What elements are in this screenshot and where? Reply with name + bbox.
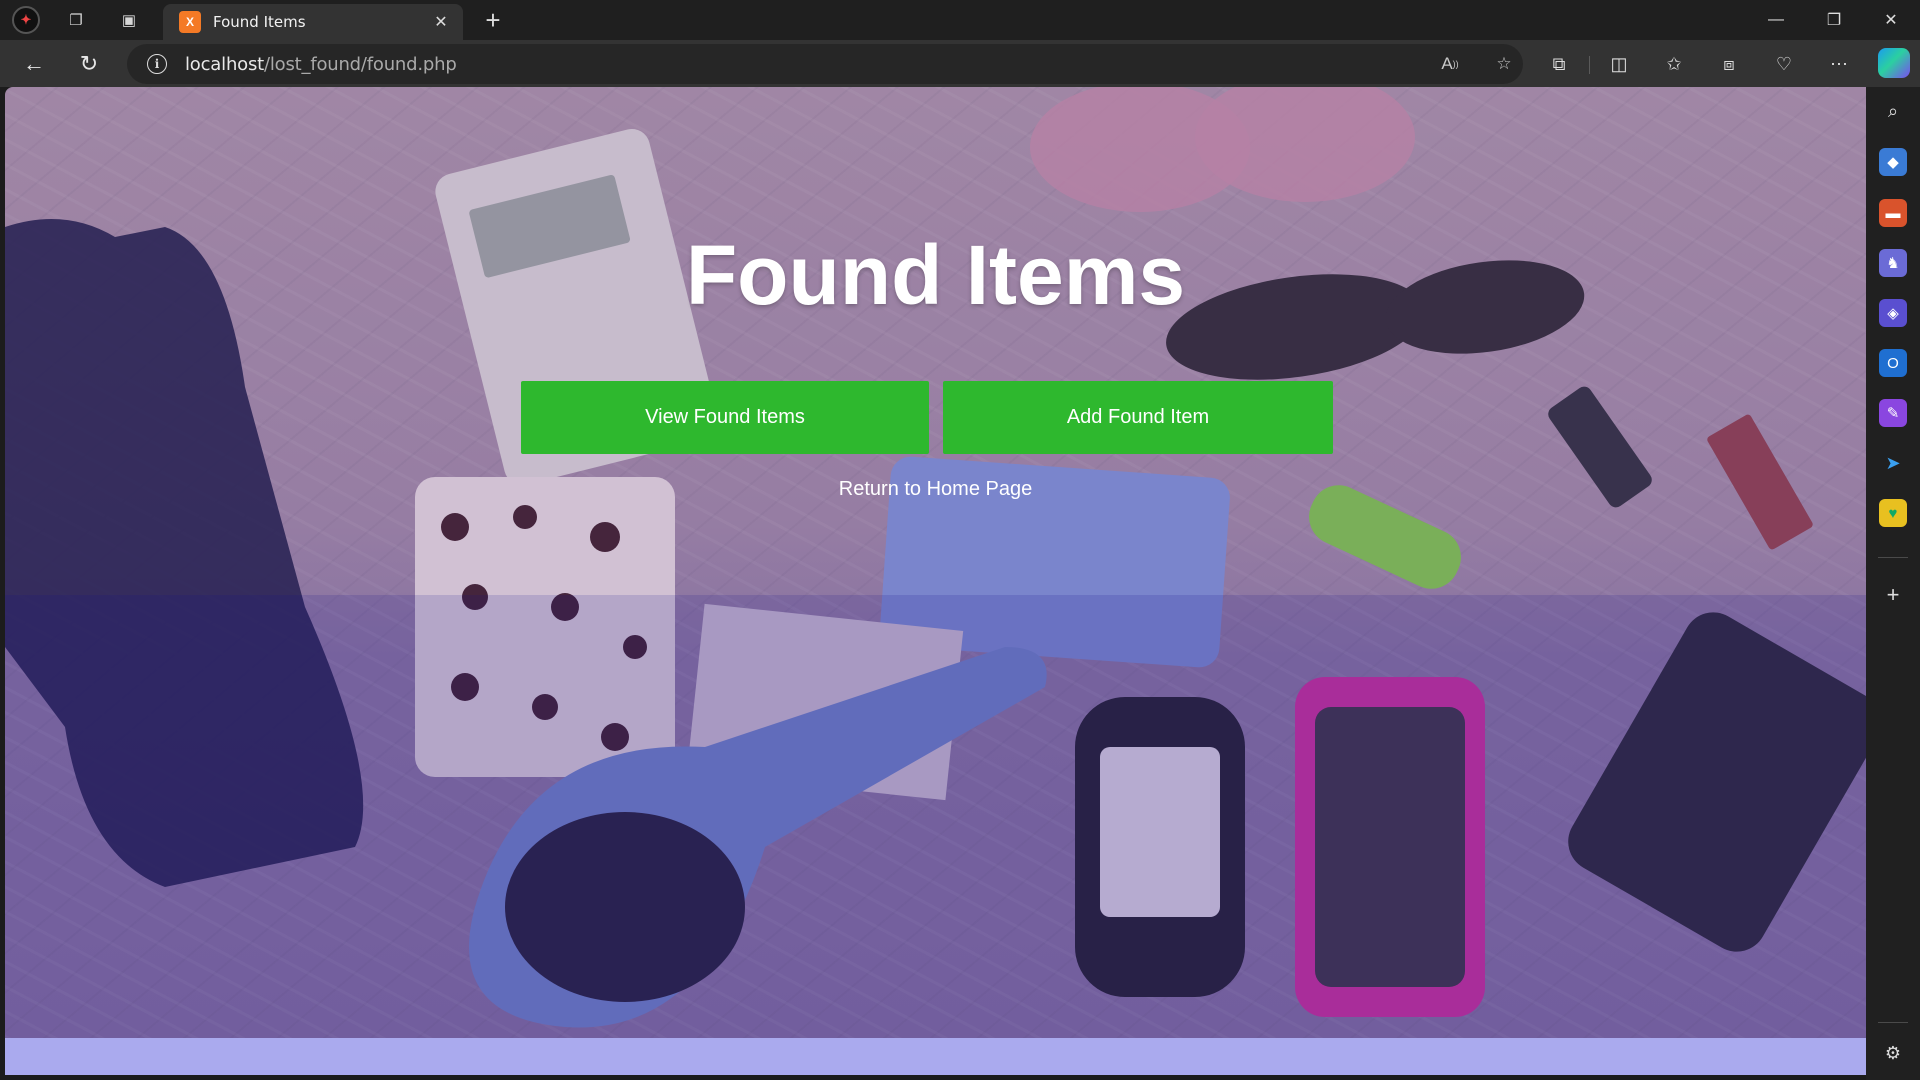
extensions-icon[interactable]: ⧉ (1543, 48, 1575, 80)
send-drop-icon[interactable]: ➤ (1879, 449, 1907, 477)
back-icon[interactable]: ← (17, 48, 51, 80)
title-bar: ✦ ❐ ▣ X Found Items ✕ + — ❐ ✕ (0, 0, 1920, 40)
page-viewport: Found Items View Found Items Add Found I… (5, 87, 1866, 1075)
edge-sidebar: ⌕ ◆ ▬ ♞ ◈ O ✎ ➤ ♥ + ⚙ (1866, 87, 1920, 1080)
url-host: localhost (185, 54, 264, 75)
overlay-top-band (5, 87, 1866, 595)
address-bar[interactable]: i localhost/lost_found/found.php A)) ☆ (127, 44, 1523, 84)
minimize-icon[interactable]: — (1748, 0, 1804, 40)
vertical-tabs-icon[interactable]: ▣ (114, 5, 144, 35)
refresh-icon[interactable]: ↻ (72, 48, 106, 80)
outlook-icon[interactable]: O (1879, 349, 1907, 377)
site-info-icon[interactable]: i (147, 54, 167, 74)
add-found-item-button[interactable]: Add Found Item (943, 381, 1333, 454)
navigation-bar: ← ↻ i localhost/lost_found/found.php A))… (0, 40, 1920, 87)
page-title: Found Items (685, 228, 1186, 322)
shopping-tag-icon[interactable]: ◆ (1879, 148, 1907, 176)
new-tab-icon[interactable]: + (478, 5, 508, 35)
tab-found-items[interactable]: X Found Items ✕ (163, 4, 463, 40)
designer-icon[interactable]: ✎ (1879, 399, 1907, 427)
return-home-link: Return to Home Page (5, 478, 1866, 501)
profile-avatar-icon[interactable]: ✦ (12, 6, 40, 34)
copilot-icon[interactable] (1878, 48, 1910, 78)
games-icon[interactable]: ♞ (1879, 249, 1907, 277)
favorite-star-icon[interactable]: ☆ (1490, 51, 1518, 77)
tab-title: Found Items (213, 13, 306, 31)
return-home-link-text[interactable]: Return to Home Page (839, 478, 1032, 500)
sidebar-search-icon[interactable]: ⌕ (1879, 97, 1907, 125)
url-text[interactable]: localhost/lost_found/found.php (185, 54, 457, 75)
page-footer (5, 1038, 1866, 1075)
tools-briefcase-icon[interactable]: ▬ (1879, 199, 1907, 227)
close-tab-icon[interactable]: ✕ (429, 10, 453, 34)
split-screen-icon[interactable]: ◫ (1603, 48, 1635, 80)
overlay-bottom-band (5, 595, 1866, 1038)
view-found-items-button[interactable]: View Found Items (521, 381, 929, 454)
sidebar-settings-gear-icon[interactable]: ⚙ (1879, 1039, 1907, 1067)
toolbar-divider (1589, 56, 1590, 74)
xampp-favicon-icon: X (179, 11, 201, 33)
add-sidebar-app-icon[interactable]: + (1879, 581, 1907, 609)
sidebar-divider-bottom (1878, 1022, 1908, 1023)
favorites-icon[interactable]: ✩ (1658, 48, 1690, 80)
more-menu-icon[interactable]: ⋯ (1823, 48, 1855, 80)
sidebar-divider (1878, 557, 1908, 558)
read-aloud-icon[interactable]: A)) (1436, 51, 1464, 77)
rewards-icon[interactable]: ♥ (1879, 499, 1907, 527)
workspaces-icon[interactable]: ❐ (61, 5, 91, 35)
browser-essentials-icon[interactable]: ♡ (1768, 48, 1800, 80)
microsoft-365-icon[interactable]: ◈ (1879, 299, 1907, 327)
url-path: /lost_found/found.php (264, 54, 457, 75)
collections-icon[interactable]: ⧈ (1713, 48, 1745, 80)
restore-icon[interactable]: ❐ (1806, 0, 1862, 40)
close-window-icon[interactable]: ✕ (1863, 0, 1919, 40)
